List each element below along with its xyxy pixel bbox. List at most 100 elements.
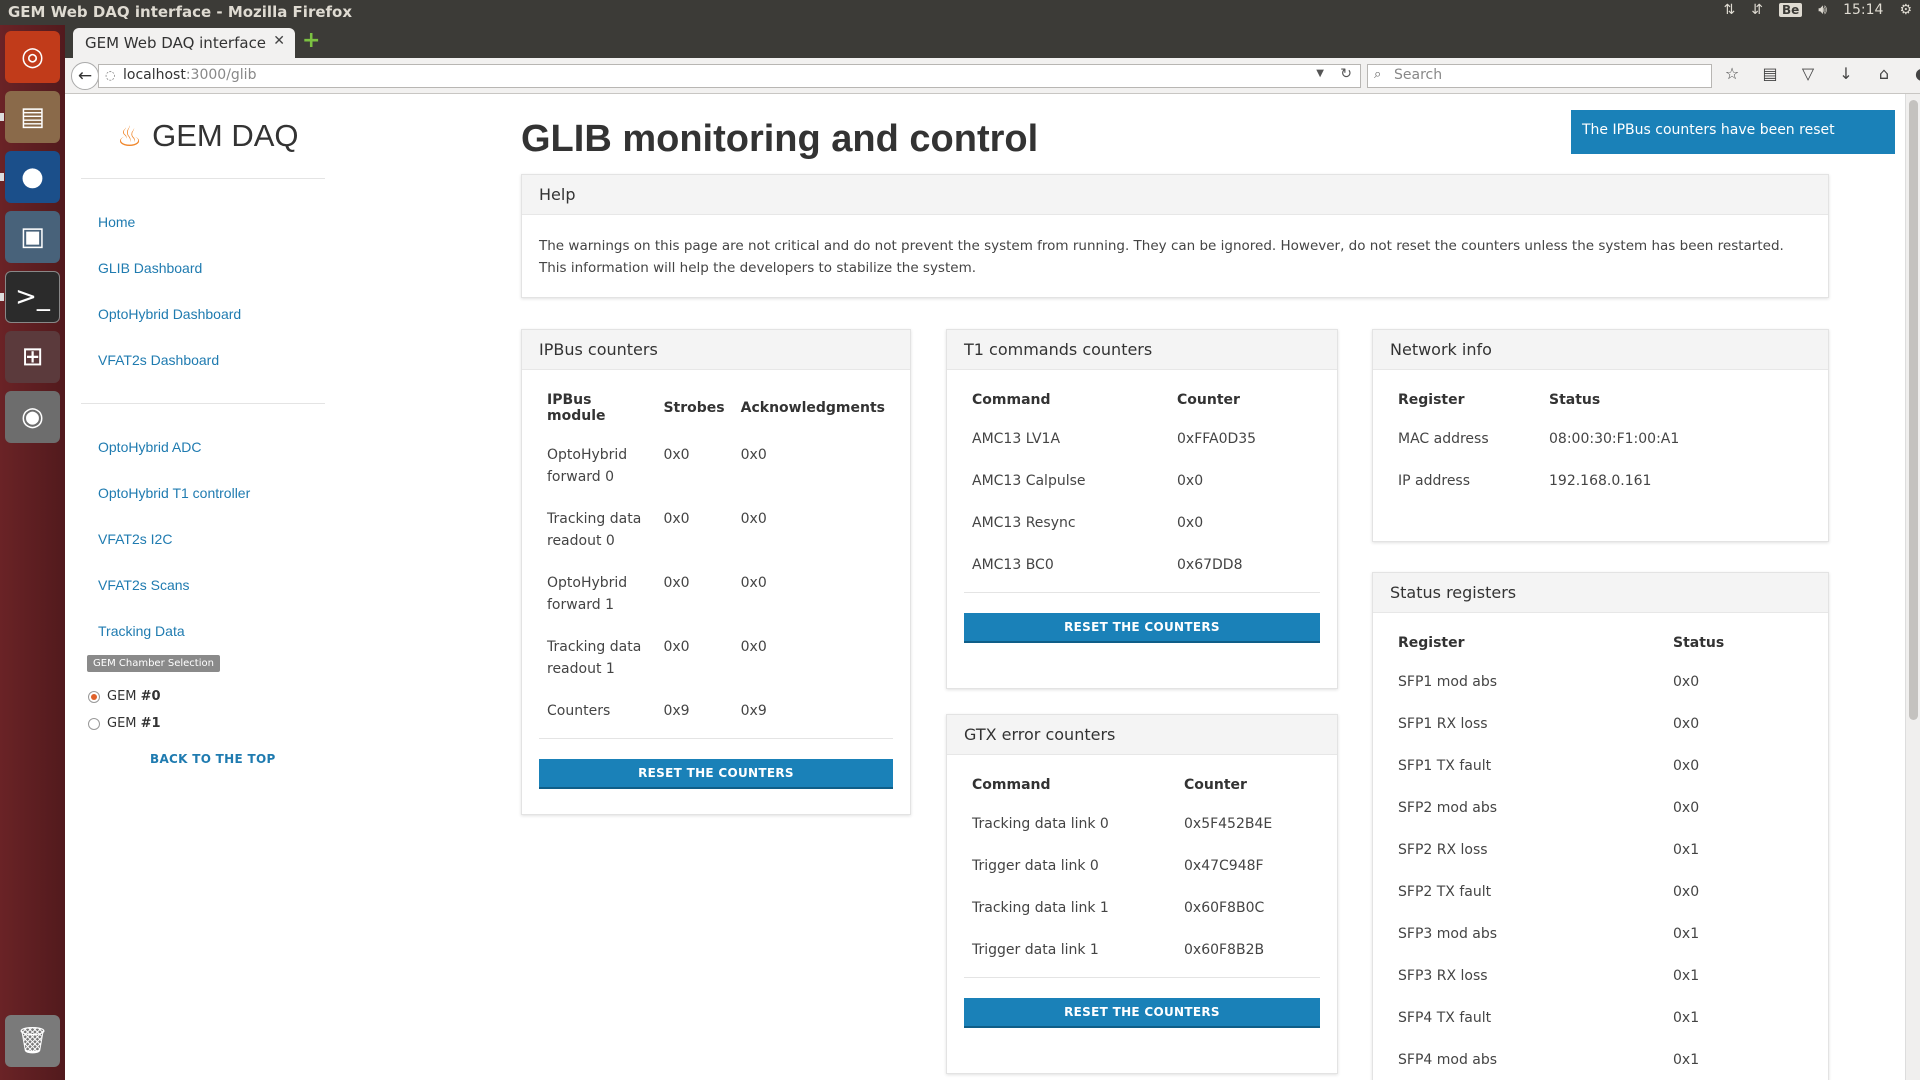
cell-register: SFP4 mod abs bbox=[1398, 1052, 1498, 1068]
table-row: AMC13 Calpulse 0x0 bbox=[964, 460, 1320, 502]
gem-1-radio[interactable] bbox=[88, 717, 100, 730]
ubuntu-dash-icon[interactable]: ◎ bbox=[5, 31, 60, 83]
gem-0-option[interactable]: GEM #0 bbox=[88, 689, 161, 704]
new-tab-button[interactable]: + bbox=[302, 28, 320, 53]
cell-register: IP address bbox=[1398, 473, 1471, 489]
gem-number: #1 bbox=[140, 716, 161, 731]
os-top-panel: GEM Web DAQ interface - Mozilla Firefox … bbox=[0, 0, 1920, 25]
nav-vfat2s-i2c[interactable]: VFAT2s I2C bbox=[98, 531, 172, 547]
table-row: OptoHybrid forward 0 0x0 0x0 bbox=[539, 434, 893, 498]
nav-optohybrid-dashboard[interactable]: OptoHybrid Dashboard bbox=[98, 306, 241, 322]
cell-status: 0x0 bbox=[1673, 674, 1700, 690]
cell-acks: 0x0 bbox=[740, 639, 767, 655]
scrollbar-thumb[interactable] bbox=[1909, 100, 1918, 720]
files-icon[interactable]: ▤ bbox=[5, 91, 60, 143]
cell-command: Tracking data link 1 bbox=[972, 900, 1109, 916]
table-row: SFP2 mod abs 0x0 bbox=[1390, 787, 1811, 829]
cell-strobes: 0x0 bbox=[663, 639, 690, 655]
firefox-icon[interactable]: ● bbox=[5, 151, 60, 203]
table-row: SFP2 RX loss 0x1 bbox=[1390, 829, 1811, 871]
gem-1-option[interactable]: GEM #1 bbox=[88, 716, 161, 731]
reset-ipbus-counters-button[interactable]: RESET THE COUNTERS bbox=[539, 759, 893, 787]
page-scrollbar[interactable] bbox=[1905, 94, 1920, 1080]
cell-command: Trigger data link 1 bbox=[972, 942, 1099, 958]
panel-heading: Status registers bbox=[1373, 573, 1828, 613]
reload-icon[interactable]: ↻ bbox=[1340, 66, 1352, 82]
cell-command: Tracking data link 0 bbox=[972, 816, 1109, 832]
home-icon[interactable]: ⌂ bbox=[1872, 64, 1896, 83]
bookmark-star-icon[interactable]: ☆ bbox=[1720, 64, 1744, 83]
screenshot-camera-icon[interactable]: ◉ bbox=[5, 391, 60, 443]
table-row: Trigger data link 0 0x47C948F bbox=[964, 845, 1320, 887]
cell-status: 0x1 bbox=[1673, 1010, 1700, 1026]
nav-tracking-data[interactable]: Tracking Data bbox=[98, 623, 185, 639]
column-header: Status bbox=[1673, 635, 1725, 651]
nav-home[interactable]: Home bbox=[98, 214, 135, 230]
help-panel: Help The warnings on this page are not c… bbox=[521, 174, 1829, 298]
chat-icon[interactable]: ● bbox=[1910, 64, 1920, 83]
nav-optohybrid-adc[interactable]: OptoHybrid ADC bbox=[98, 439, 201, 455]
cell-status: 0x0 bbox=[1673, 884, 1700, 900]
url-bar[interactable]: ◌ localhost:3000/glib ▼ ↻ bbox=[98, 64, 1361, 88]
table-row: Trigger data link 1 0x60F8B2B bbox=[964, 929, 1320, 971]
cell-counter: 0x67DD8 bbox=[1177, 557, 1243, 573]
sync-icon[interactable]: ⇵ bbox=[1751, 2, 1763, 18]
pocket-icon[interactable]: ▽ bbox=[1796, 64, 1820, 83]
cell-status: 0x1 bbox=[1673, 1052, 1700, 1068]
cell-register: SFP3 mod abs bbox=[1398, 926, 1498, 942]
panel-heading: T1 commands counters bbox=[947, 330, 1337, 370]
cell-counter: 0x0 bbox=[1177, 473, 1204, 489]
reset-gtx-counters-button[interactable]: RESET THE COUNTERS bbox=[964, 998, 1320, 1026]
downloads-icon[interactable]: ↓ bbox=[1834, 64, 1858, 83]
trash-icon[interactable]: 🗑︎ bbox=[5, 1015, 60, 1067]
network-icon[interactable]: ⇅ bbox=[1723, 2, 1735, 18]
sidebar-divider bbox=[81, 178, 325, 179]
keyboard-layout-indicator[interactable]: Be bbox=[1778, 3, 1803, 17]
table-row: SFP1 TX fault 0x0 bbox=[1390, 745, 1811, 787]
nav-vfat2s-dashboard[interactable]: VFAT2s Dashboard bbox=[98, 352, 219, 368]
browser-tab-bar: GEM Web DAQ interface ✕ + bbox=[65, 25, 1920, 58]
clock[interactable]: 15:14 bbox=[1843, 2, 1883, 18]
unity-launcher: ◎ ▤ ● ▣ >_ ⊞ ◉ 🗑︎ bbox=[0, 25, 65, 1080]
workspace-switcher-icon[interactable]: ⊞ bbox=[5, 331, 60, 383]
site-identity-icon[interactable]: ◌ bbox=[105, 68, 115, 82]
volume-icon[interactable]: 🔊︎ bbox=[1818, 2, 1827, 18]
cell-module: OptoHybrid forward 0 bbox=[547, 447, 628, 485]
cell-register: SFP1 RX loss bbox=[1398, 716, 1488, 732]
panel-heading: Help bbox=[522, 175, 1828, 215]
table-row: Tracking data link 1 0x60F8B0C bbox=[964, 887, 1320, 929]
gear-icon[interactable]: ⚙ bbox=[1899, 2, 1912, 18]
cell-counter: 0x0 bbox=[1177, 515, 1204, 531]
panel-heading: GTX error counters bbox=[947, 715, 1337, 755]
cell-strobes: 0x9 bbox=[663, 703, 690, 719]
table-divider bbox=[539, 738, 893, 739]
table-row: IP address 192.168.0.161 bbox=[1390, 460, 1811, 502]
back-button[interactable]: ← bbox=[71, 62, 99, 90]
cell-status: 192.168.0.161 bbox=[1549, 473, 1652, 489]
browser-tab[interactable]: GEM Web DAQ interface ✕ bbox=[73, 28, 295, 58]
cell-module: Tracking data readout 0 bbox=[547, 511, 642, 549]
search-input[interactable]: ⌕ Search bbox=[1367, 64, 1712, 88]
cell-acks: 0x0 bbox=[740, 575, 767, 591]
table-row: SFP3 mod abs 0x1 bbox=[1390, 913, 1811, 955]
gem-0-radio[interactable] bbox=[88, 690, 100, 703]
terminal-icon[interactable]: >_ bbox=[5, 271, 60, 323]
url-history-dropdown-icon[interactable]: ▼ bbox=[1316, 68, 1324, 79]
reading-list-icon[interactable]: ▤ bbox=[1758, 64, 1782, 83]
remote-desktop-icon[interactable]: ▣ bbox=[5, 211, 60, 263]
cell-module: Tracking data readout 1 bbox=[547, 639, 642, 677]
cell-counter: 0x5F452B4E bbox=[1184, 816, 1273, 832]
nav-optohybrid-t1-controller[interactable]: OptoHybrid T1 controller bbox=[98, 485, 250, 501]
back-to-top-link[interactable]: BACK TO THE TOP bbox=[150, 752, 276, 766]
table-row: SFP4 mod abs 0x1 bbox=[1390, 1039, 1811, 1080]
table-row: AMC13 BC0 0x67DD8 bbox=[964, 544, 1320, 586]
reset-t1-counters-button[interactable]: RESET THE COUNTERS bbox=[964, 613, 1320, 641]
cell-strobes: 0x0 bbox=[663, 511, 690, 527]
nav-vfat2s-scans[interactable]: VFAT2s Scans bbox=[98, 577, 190, 593]
reset-notification: The IPBus counters have been reset bbox=[1571, 110, 1895, 154]
brand-logo[interactable]: ♨ GEM DAQ bbox=[117, 118, 299, 154]
table-row: Tracking data readout 0 0x0 0x0 bbox=[539, 498, 893, 562]
cell-status: 0x1 bbox=[1673, 842, 1700, 858]
nav-glib-dashboard[interactable]: GLIB Dashboard bbox=[98, 260, 202, 276]
close-tab-icon[interactable]: ✕ bbox=[273, 33, 285, 49]
